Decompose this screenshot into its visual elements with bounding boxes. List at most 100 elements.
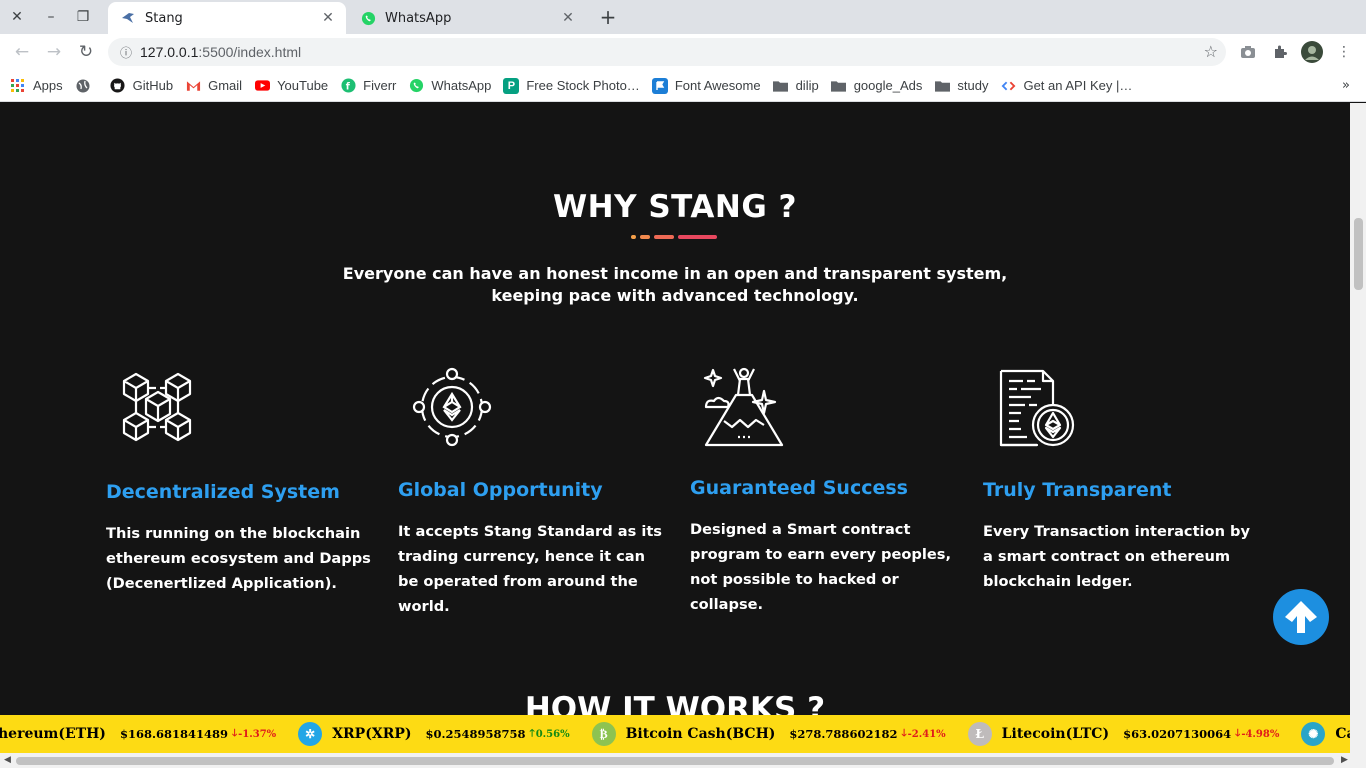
bookmarks-overflow-icon[interactable]: » bbox=[1342, 78, 1350, 93]
intro-line: keeping pace with advanced technology. bbox=[491, 286, 859, 305]
folder-icon bbox=[934, 78, 950, 94]
stang-bird-icon bbox=[120, 10, 136, 26]
stock-photo-icon: P bbox=[503, 77, 520, 94]
bookmark-free-stock-photo[interactable]: P Free Stock Photo… bbox=[503, 77, 640, 94]
feature-title: Truly Transparent bbox=[983, 479, 1172, 501]
arrow-up-icon bbox=[1285, 601, 1317, 633]
bookmark-globe[interactable] bbox=[75, 78, 98, 94]
bookmark-star-icon[interactable]: ☆ bbox=[1204, 42, 1218, 61]
feature-title: Global Opportunity bbox=[398, 479, 603, 501]
forward-arrow-icon[interactable]: → bbox=[40, 38, 68, 66]
price-change: -1.37% bbox=[238, 728, 277, 740]
flag-icon bbox=[651, 77, 668, 94]
bookmark-label: Gmail bbox=[208, 78, 243, 93]
section-intro: Everyone can have an honest income in an… bbox=[300, 263, 1050, 307]
address-bar[interactable]: ⓘ 127.0.0.1:5500/index.html ☆ bbox=[108, 38, 1226, 66]
back-arrow-icon[interactable]: ← bbox=[8, 38, 36, 66]
new-tab-button[interactable]: + bbox=[596, 4, 620, 30]
ethereum-globe-icon bbox=[412, 367, 496, 451]
coin-price: $278.788602182 bbox=[789, 727, 898, 741]
scroll-left-icon[interactable]: ◀ bbox=[4, 755, 11, 765]
globe-icon bbox=[75, 78, 91, 94]
horizontal-scrollbar[interactable]: ◀ ▶ bbox=[0, 753, 1366, 768]
bookmark-label: Apps bbox=[33, 78, 63, 93]
avatar[interactable] bbox=[1299, 39, 1325, 65]
coin-name: hereum(ETH) bbox=[0, 726, 106, 742]
bookmark-folder-study[interactable]: study bbox=[934, 78, 988, 94]
bookmark-whatsapp[interactable]: WhatsApp bbox=[408, 78, 491, 94]
tab-stang[interactable]: Stang ✕ bbox=[108, 2, 346, 34]
coin-price: $0.2548958758 bbox=[425, 727, 526, 741]
restore-window-icon[interactable]: ❐ bbox=[68, 0, 98, 34]
scrollbar-thumb[interactable] bbox=[1354, 218, 1363, 290]
bookmark-folder-google-ads[interactable]: google_Ads bbox=[831, 78, 922, 94]
scroll-right-icon[interactable]: ▶ bbox=[1341, 755, 1348, 765]
bookmark-apps[interactable]: Apps bbox=[10, 78, 63, 94]
feature-global-opportunity: Global Opportunity It accepts Stang Stan… bbox=[398, 365, 668, 619]
reload-icon[interactable]: ↻ bbox=[72, 38, 100, 66]
cardano-icon: ✺ bbox=[1301, 722, 1326, 746]
apps-grid-icon bbox=[10, 78, 26, 94]
ticker-item: Ł Litecoin(LTC) $63.0207130064 🡓 -4.98% bbox=[967, 722, 1279, 746]
arrow-down-icon: 🡓 bbox=[1235, 727, 1241, 739]
youtube-icon bbox=[254, 78, 270, 94]
extensions-puzzle-icon[interactable] bbox=[1267, 39, 1293, 65]
minimize-window-icon[interactable]: – bbox=[36, 0, 66, 34]
feature-guaranteed-success: Guaranteed Success Designed a Smart cont… bbox=[690, 365, 960, 617]
ticker-track: hereum(ETH) $168.681841489 🡓 -1.37% ✲ XRP(XRP… bbox=[0, 715, 1350, 753]
litecoin-icon: Ł bbox=[967, 722, 992, 746]
bookmark-fiverr[interactable]: f Fiverr bbox=[340, 78, 396, 94]
bookmark-github[interactable]: GitHub bbox=[110, 78, 173, 94]
feature-description: This running on the blockchain ethereum … bbox=[106, 525, 371, 592]
close-window-icon[interactable]: ✕ bbox=[2, 0, 32, 34]
bookmark-label: study bbox=[957, 78, 989, 93]
bookmark-gmail[interactable]: Gmail bbox=[185, 78, 242, 94]
bookmark-label: dilip bbox=[795, 78, 819, 93]
tab-whatsapp[interactable]: WhatsApp ✕ bbox=[348, 2, 586, 34]
ticker-item: hereum(ETH) $168.681841489 🡓 -1.37% bbox=[0, 726, 276, 743]
bookmark-label: YouTube bbox=[277, 78, 329, 93]
tab-close-icon[interactable]: ✕ bbox=[318, 8, 338, 28]
browser-menu-icon[interactable]: ⋮ bbox=[1331, 39, 1357, 65]
bookmark-label: WhatsApp bbox=[431, 78, 492, 93]
section-title: WHY STANG ? bbox=[552, 189, 798, 225]
api-key-icon bbox=[1000, 78, 1016, 94]
screenshot-camera-icon[interactable] bbox=[1235, 39, 1261, 65]
feature-title: Guaranteed Success bbox=[690, 477, 908, 499]
price-change: 0.56% bbox=[535, 728, 570, 740]
folder-icon bbox=[831, 78, 847, 94]
coin-price: $168.681841489 bbox=[119, 727, 228, 741]
ticker-item: ✺Cardano(ADA)$0.0448950221🡑1.22% bbox=[1301, 722, 1350, 746]
price-change: -2.41% bbox=[907, 728, 946, 740]
tab-title: Stang bbox=[145, 10, 183, 26]
arrow-down-icon: 🡓 bbox=[901, 727, 907, 739]
browser-tab-strip: ✕ – ❐ Stang ✕ WhatsApp ✕ + bbox=[0, 0, 1366, 34]
feature-truly-transparent: Truly Transparent Every Transaction inte… bbox=[983, 365, 1253, 594]
page-viewport: WHY STANG ? Everyone can have an honest … bbox=[0, 103, 1350, 753]
feature-title: Decentralized System bbox=[106, 481, 340, 503]
bookmarks-bar: Apps GitHub Gmail YouTube f Fiverr Whats… bbox=[0, 70, 1366, 102]
arrow-down-icon: 🡓 bbox=[231, 727, 238, 739]
bookmark-api-key[interactable]: Get an API Key |… bbox=[1000, 78, 1132, 94]
folder-icon bbox=[773, 78, 789, 94]
ethereum-document-icon bbox=[997, 367, 1081, 451]
scrollbar-thumb[interactable] bbox=[16, 757, 1334, 765]
coin-name: Litecoin(LTC) bbox=[1001, 726, 1110, 742]
whatsapp-icon bbox=[360, 10, 376, 26]
site-info-icon[interactable]: ⓘ bbox=[112, 38, 140, 66]
bookmark-font-awesome[interactable]: Font Awesome bbox=[651, 77, 761, 94]
whatsapp-icon bbox=[408, 78, 424, 94]
coin-name: Cardano(ADA) bbox=[1335, 726, 1350, 742]
gmail-icon bbox=[185, 78, 201, 94]
coin-name: XRP(XRP) bbox=[332, 726, 412, 742]
title-underline-decoration bbox=[631, 235, 721, 239]
bookmark-youtube[interactable]: YouTube bbox=[254, 78, 328, 94]
bookmark-folder-dilip[interactable]: dilip bbox=[773, 78, 819, 94]
scroll-to-top-button[interactable] bbox=[1273, 589, 1329, 645]
bookmark-label: Free Stock Photo… bbox=[526, 78, 640, 93]
url-text[interactable]: 127.0.0.1:5500/index.html bbox=[140, 44, 301, 60]
coin-price: $63.0207130064 bbox=[1123, 727, 1232, 741]
tab-close-icon[interactable]: ✕ bbox=[558, 8, 578, 28]
vertical-scrollbar[interactable] bbox=[1350, 103, 1366, 753]
tab-title: WhatsApp bbox=[385, 10, 452, 26]
